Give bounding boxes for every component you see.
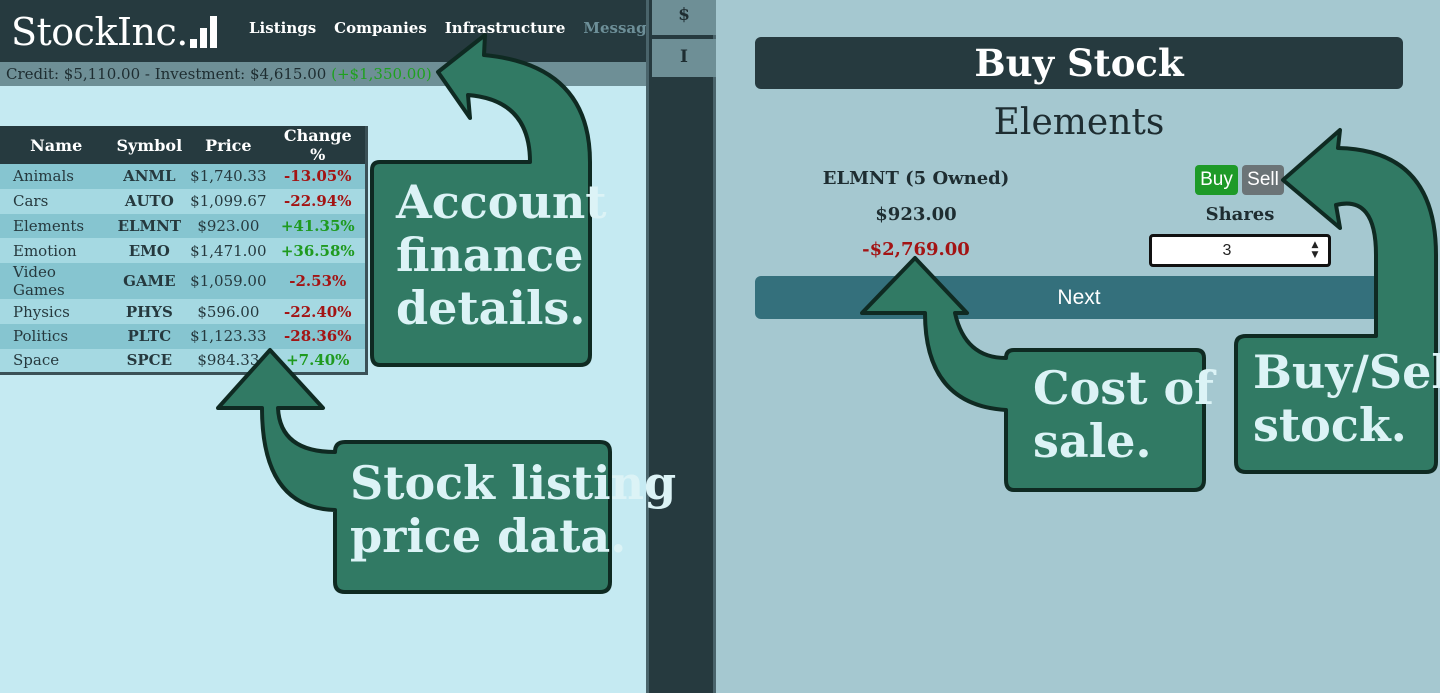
sell-button[interactable]: Sell [1242,165,1284,195]
column-header-change[interactable]: Change % [271,126,367,164]
finance-summary: Credit: $5,110.00 - Investment: $4,615.0… [6,65,327,83]
column-header-name[interactable]: Name [0,126,112,164]
cell-name: Space [0,348,113,374]
stepper-up-icon[interactable]: ▲ [1312,241,1319,250]
cell-price: $1,099.67 [186,188,271,214]
table-row[interactable]: Politics PLTC $1,123.33 -28.36% [0,323,367,349]
stock-table-body: Animals ANML $1,740.33 -13.05% Cars AUTO $1,09… [0,164,367,374]
annotation-line: Cost of [1033,361,1214,415]
cell-symbol: ANML [112,164,187,189]
column-header-price[interactable]: Price [186,126,270,164]
cell-price: $984.33 [186,348,271,374]
trade-header: Buy Stock [755,37,1403,89]
tab-credit[interactable]: $ [652,0,716,35]
cell-price: $923.00 [186,213,271,239]
annotation-buysell-text: Buy/Sell stock. [1253,346,1440,452]
nav-listings[interactable]: Listings [249,19,316,37]
stepper-down-icon[interactable]: ▼ [1312,251,1319,260]
stock-listing-table: Name Symbol Price Change % Animals ANML $1… [0,126,368,376]
table-row[interactable]: Emotion EMO $1,471.00 +36.58% [0,238,367,264]
cell-change: -22.94% [270,188,367,214]
tab-investment[interactable]: I [652,39,716,77]
cost-of-sale: -$2,769.00 [862,239,970,260]
annotation-line: price data. [350,508,627,563]
cell-change: -13.05% [270,164,367,189]
cell-name: Animals [0,164,113,189]
main-nav: Listings Companies Infrastructure Messag… [249,19,694,37]
side-tab-strip: $ I [646,0,716,693]
stepper-arrows-icon[interactable]: ▲ ▼ [1308,241,1322,260]
cell-change: -2.53% [270,263,367,300]
column-header-symbol[interactable]: Symbol [112,126,186,164]
cell-symbol: PHYS [112,299,187,324]
annotation-line: finance [396,227,584,282]
cell-change: +7.40% [270,348,367,374]
table-row[interactable]: Cars AUTO $1,099.67 -22.94% [0,188,367,214]
cell-symbol: GAME [112,263,187,300]
logo-text: StockInc. [11,10,188,54]
symbol-owned-label: ELMNT (5 Owned) [822,168,1010,189]
next-button[interactable]: Next [755,276,1403,319]
finance-gain: (+$1,350.00) [331,65,432,83]
cell-price: $1,471.00 [186,238,271,264]
annotation-line: Buy/Sell [1253,345,1440,399]
logo[interactable]: StockInc. [11,8,217,54]
nav-infrastructure[interactable]: Infrastructure [445,19,566,37]
annotation-listing-text: Stock listing price data. [350,457,676,563]
stock-price: $923.00 [875,204,957,225]
bar-chart-icon [189,16,217,48]
listings-pane: StockInc. Listings Companies Infrastruct… [0,0,694,693]
table-row[interactable]: Video Games GAME $1,059.00 -2.53% [0,263,367,300]
table-header-row: Name Symbol Price Change % [0,126,367,164]
annotation-line: details. [396,280,586,335]
table-row[interactable]: Animals ANML $1,740.33 -13.05% [0,164,367,189]
cell-change: +36.58% [270,238,367,264]
buy-button[interactable]: Buy [1195,165,1238,195]
annotation-line: Stock listing [350,456,677,510]
table-row[interactable]: Physics PHYS $596.00 -22.40% [0,299,367,324]
cell-price: $596.00 [186,299,271,324]
cell-name: Video Games [0,263,113,300]
annotation-cost-text: Cost of sale. [1033,362,1214,468]
account-finance-bar: Credit: $5,110.00 - Investment: $4,615.0… [0,62,646,86]
cell-symbol: EMO [112,238,187,264]
cell-symbol: AUTO [112,188,187,214]
cell-symbol: SPCE [112,348,187,374]
cell-price: $1,059.00 [186,263,271,300]
annotation-line: Account [396,175,607,229]
annotation-account-text: Account finance details. [396,176,607,335]
shares-stepper[interactable]: ▲ ▼ [1149,234,1331,267]
cell-change: -28.36% [270,323,367,349]
top-navigation-bar: StockInc. Listings Companies Infrastruct… [0,0,694,62]
cell-name: Physics [0,299,113,324]
cell-symbol: PLTC [112,323,187,349]
cell-price: $1,740.33 [186,164,271,189]
annotation-line: sale. [1033,413,1152,468]
table-row[interactable]: Elements ELMNT $923.00 +41.35% [0,213,367,239]
cell-name: Emotion [0,238,113,264]
company-name: Elements [993,102,1165,143]
cell-name: Elements [0,213,113,239]
cell-name: Cars [0,188,113,214]
cell-price: $1,123.33 [186,323,271,349]
cell-name: Politics [0,323,113,349]
shares-label: Shares [1205,204,1275,225]
cell-change: +41.35% [270,213,367,239]
cell-change: -22.40% [270,299,367,324]
nav-companies[interactable]: Companies [334,19,427,37]
shares-input[interactable] [1152,237,1302,264]
annotation-line: stock. [1253,397,1407,452]
cell-symbol: ELMNT [112,213,187,239]
table-row[interactable]: Space SPCE $984.33 +7.40% [0,348,367,374]
